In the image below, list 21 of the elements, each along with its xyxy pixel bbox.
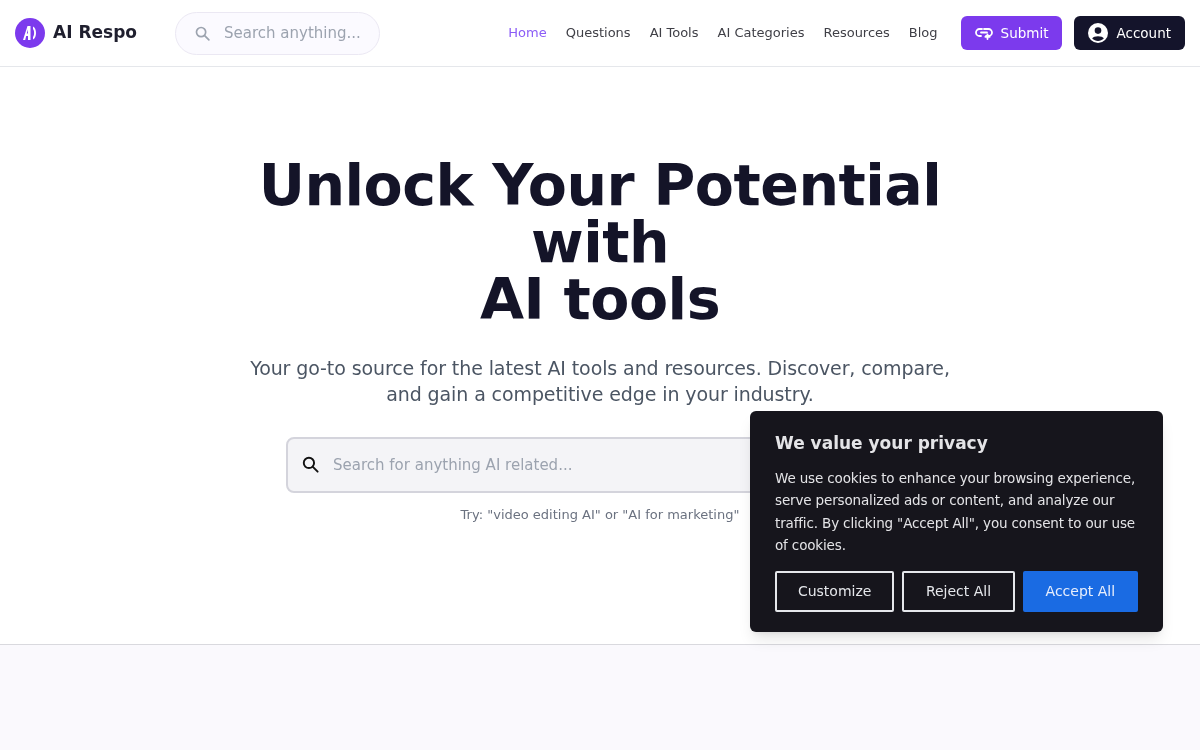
accept-button[interactable]: Accept All [1022,570,1138,612]
nav-link[interactable]: AI Tools [649,23,699,43]
search-icon [194,24,211,42]
hero-title: Unlock Your Potential with AI tools [257,157,943,328]
cookie-option-button[interactable]: Customize [775,570,895,612]
search-icon [301,455,320,474]
nav-link[interactable]: AI Categories [717,23,805,43]
search-field[interactable]: Search anything... [175,11,380,55]
nav-link[interactable]: Home [508,23,547,43]
user-avatar-icon [1088,23,1109,43]
logo-icon [15,18,45,48]
submit-button[interactable]: Submit [960,16,1063,50]
account-button[interactable]: Account [1074,16,1185,50]
link-icon [974,26,993,40]
logo-text: AI Respo [53,21,137,45]
cookie-option-button[interactable]: Reject All [902,570,1015,612]
nav-link[interactable]: Questions [565,23,631,43]
nav-link[interactable]: Blog [908,23,938,43]
nav-link[interactable]: Resources [823,23,890,43]
search-hint: Try: "video editing AI" or "AI for marketing" [460,506,740,524]
hero-subtitle: Your go-to source for the latest AI tools and resources. Discover, compare, and gain a competitive edge in your industry. [249,356,951,407]
